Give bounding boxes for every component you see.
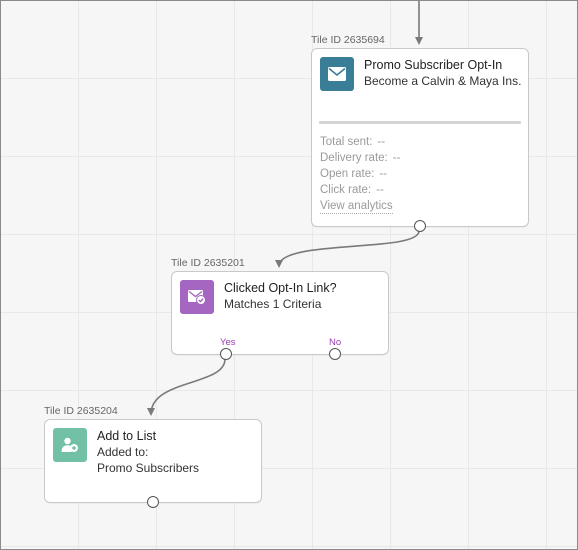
add-person-icon [53,428,87,462]
tile-id-label: Tile ID 2635204 [44,405,118,417]
view-analytics-link[interactable]: View analytics [320,200,393,214]
branch-no-label: No [329,337,342,348]
branch-yes-label: Yes [220,337,236,348]
connector-yes-to-addlist [147,358,226,416]
tile-id-label: Tile ID 2635201 [171,257,245,269]
stat-click-rate: Click rate: -- [320,184,384,196]
output-port[interactable] [147,496,159,508]
no-output-port[interactable] [329,348,341,360]
email-tile-promo-subscriber-opt-in[interactable]: Promo Subscriber Opt-In Become a Calvin … [311,48,529,227]
stats-divider [319,121,521,124]
action-tile-add-to-list[interactable]: Add to List Added to: Promo Subscribers [44,419,262,503]
stat-total-sent: Total sent: -- [320,136,386,148]
criteria-link[interactable]: 1 Criteria [272,297,322,311]
condition-tile-clicked-opt-in-link[interactable]: Clicked Opt-In Link? Matches 1 Criteria … [171,271,389,355]
tile-criteria: Matches 1 Criteria [224,297,322,311]
yes-output-port[interactable] [220,348,232,360]
tile-title: Clicked Opt-In Link? [224,281,337,295]
tile-subtitle: Become a Calvin & Maya Ins... [364,74,522,88]
tile-list-name: Promo Subscribers [97,461,200,475]
envelope-icon [320,57,354,91]
tile-added-to-label: Added to: [97,445,149,459]
output-port[interactable] [414,220,426,232]
connector-promo-to-clicked [275,230,420,268]
workflow-canvas[interactable]: Tile ID 2635694 Promo Subscriber Opt-In … [0,0,578,550]
envelope-check-icon [180,280,214,314]
tile-title: Add to List [97,429,157,443]
tile-id-label: Tile ID 2635694 [311,34,385,46]
stat-delivery-rate: Delivery rate: -- [320,152,401,164]
stat-open-rate: Open rate: -- [320,168,388,180]
tile-title: Promo Subscriber Opt-In [364,58,503,72]
